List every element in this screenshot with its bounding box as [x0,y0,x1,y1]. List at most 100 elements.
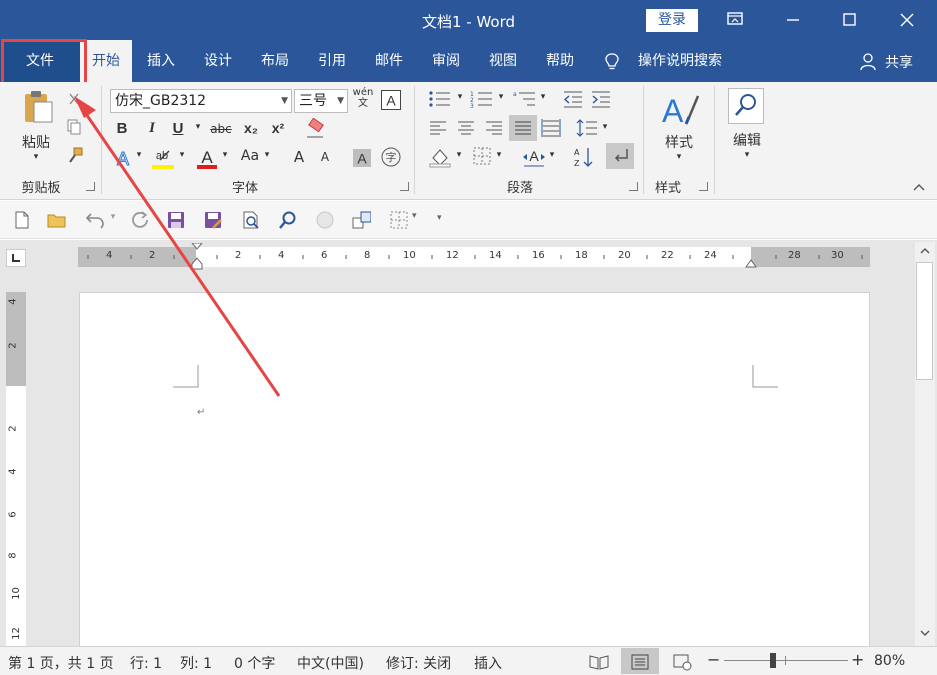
copy-icon[interactable] [66,118,82,136]
align-right-icon[interactable] [484,120,504,136]
print-layout-icon[interactable] [630,653,650,671]
compare-icon[interactable] [351,210,371,230]
shrink-font-button[interactable]: A [316,150,334,164]
insert-mode[interactable]: 插入 [474,653,502,673]
track-changes[interactable]: 修订: 关闭 [386,653,451,673]
editing-search-icon[interactable] [728,88,764,124]
enclose-characters-icon[interactable]: 字 [380,146,402,168]
paste-dropdown-arrow[interactable]: ▾ [30,152,42,162]
superscript-button[interactable]: x² [267,120,289,136]
minimize-button[interactable] [770,0,816,40]
table-dropdown-arrow[interactable]: ▾ [412,211,417,221]
character-shading-icon[interactable]: A [352,148,372,168]
change-case-dropdown-arrow[interactable]: ▾ [262,150,272,160]
cut-icon[interactable] [66,92,82,108]
decrease-indent-icon[interactable] [562,90,584,108]
paragraph-launcher[interactable] [629,182,638,191]
change-case-button[interactable]: Aa [238,148,262,164]
multilevel-dropdown-arrow[interactable]: ▾ [538,92,548,102]
tab-mailings[interactable]: 邮件 [364,40,414,82]
styles-dropdown-arrow[interactable]: ▾ [674,152,684,162]
close-button[interactable] [884,0,930,40]
undo-dropdown-arrow[interactable]: ▾ [108,212,118,222]
zoom-out-button[interactable]: − [707,650,720,669]
borders-dropdown-arrow[interactable]: ▾ [494,150,504,160]
styles-button[interactable]: 样式 [658,132,700,152]
vertical-ruler[interactable]: 4 2 2 4 6 8 10 12 [6,292,26,646]
align-center-icon[interactable] [456,120,476,136]
open-folder-icon[interactable] [46,210,66,230]
subscript-button[interactable]: x₂ [240,120,262,136]
indent-markers-icon[interactable] [190,243,204,271]
multilevel-list-icon[interactable]: a [513,90,537,108]
font-launcher[interactable] [400,182,409,191]
strikethrough-button[interactable]: abc [208,122,234,136]
scroll-down-icon[interactable] [915,626,935,640]
tab-help[interactable]: 帮助 [535,40,585,82]
shading-icon[interactable] [428,146,452,168]
chinese-layout-icon[interactable]: A [522,146,546,168]
scrollbar-thumb[interactable] [916,262,933,380]
zoom-slider-thumb[interactable] [770,653,776,668]
format-painter-icon[interactable] [66,146,84,164]
read-mode-icon[interactable] [588,653,610,671]
zoom-level[interactable]: 80% [874,653,905,669]
tab-review[interactable]: 审阅 [421,40,471,82]
justify-icon[interactable] [513,120,533,136]
editing-button[interactable]: 编辑 [726,130,768,150]
sort-icon[interactable]: AZ [572,146,594,168]
new-document-icon[interactable] [12,210,32,230]
highlight-dropdown-arrow[interactable]: ▾ [177,150,187,160]
word-count[interactable]: 0 个字 [234,653,275,673]
horizontal-ruler[interactable]: 4 2 2 4 6 8 10 12 14 16 18 20 22 24 28 3… [78,243,870,270]
font-color-icon[interactable]: A [195,146,219,172]
underline-button[interactable]: U [168,120,188,137]
paste-icon[interactable] [20,88,56,124]
italic-button[interactable]: I [142,120,162,137]
right-indent-marker-icon[interactable] [744,257,758,269]
ribbon-display-options-icon[interactable] [712,0,758,40]
undo-icon[interactable] [84,210,104,230]
bullets-icon[interactable] [428,90,452,108]
tell-me-search[interactable]: 操作说明搜索 [630,40,730,82]
highlight-color-icon[interactable]: ab [150,146,176,172]
tab-view[interactable]: 视图 [478,40,528,82]
show-paragraph-marks-icon[interactable] [611,146,631,166]
scroll-up-icon[interactable] [915,244,935,258]
zoom-slider-track[interactable] [724,660,848,661]
line-spacing-dropdown-arrow[interactable]: ▾ [600,122,610,132]
language[interactable]: 中文(中国) [297,653,364,673]
font-size-combo[interactable]: 三号 ▼ [294,89,348,113]
tab-references[interactable]: 引用 [307,40,357,82]
share-button[interactable]: 共享 [885,52,913,72]
text-effects-dropdown-arrow[interactable]: ▾ [134,150,144,160]
grow-font-button[interactable]: A [290,148,308,166]
tab-design[interactable]: 设计 [193,40,243,82]
print-preview-icon[interactable] [241,210,261,230]
font-name-combo[interactable]: 仿宋_GB2312 ▼ [110,89,292,113]
save-as-icon[interactable] [203,210,223,230]
styles-icon[interactable]: A [658,90,700,130]
tab-home[interactable]: 开始 [80,40,132,82]
styles-launcher[interactable] [699,182,708,191]
page-count[interactable]: 第 1 页，共 1 页 [8,653,114,673]
bold-button[interactable]: B [112,120,132,137]
paste-button[interactable]: 粘贴 [18,132,54,152]
numbering-dropdown-arrow[interactable]: ▾ [496,92,506,102]
chinese-layout-dropdown-arrow[interactable]: ▾ [547,150,557,160]
phonetic-guide-button[interactable]: wén 文 [352,87,374,109]
increase-indent-icon[interactable] [590,90,612,108]
table-icon[interactable] [389,210,409,230]
editing-dropdown-arrow[interactable]: ▾ [742,150,752,160]
font-color-dropdown-arrow[interactable]: ▾ [220,150,230,160]
numbering-icon[interactable]: 123 [470,90,494,108]
tab-selector[interactable] [6,249,26,267]
document-page[interactable]: ↵ [79,292,870,646]
find-icon[interactable] [278,210,298,230]
line-spacing-icon[interactable] [576,118,598,138]
borders-icon[interactable] [472,146,492,166]
zoom-in-button[interactable]: + [851,650,864,669]
circle-icon[interactable] [315,210,335,230]
web-layout-icon[interactable] [672,653,694,671]
clipboard-launcher[interactable] [86,182,95,191]
